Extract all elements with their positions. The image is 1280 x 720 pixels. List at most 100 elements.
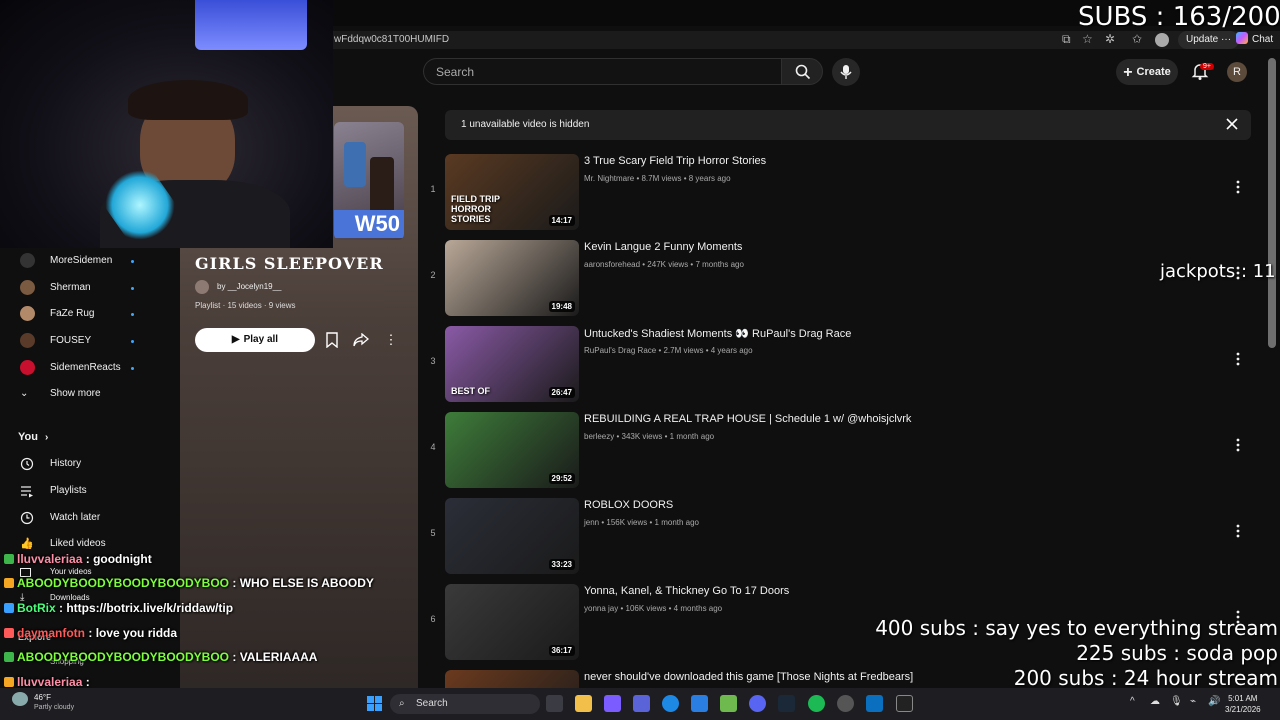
sidebar-subscription-sidemenreacts[interactable]: SidemenReacts — [0, 356, 180, 380]
video-title[interactable]: Kevin Langue 2 Funny Moments — [584, 241, 742, 253]
video-channel[interactable]: aaronsforehead — [584, 260, 640, 269]
chat-badge-icon — [4, 578, 14, 588]
sidebar-subscription-fousey[interactable]: FOUSEY — [0, 329, 180, 353]
video-title[interactable]: never should've downloaded this game [Th… — [584, 671, 913, 683]
video-channel-meta: Mr. Nightmare • 8.7M views • 8 years ago — [584, 174, 731, 183]
video-title[interactable]: 3 True Scary Field Trip Horror Stories — [584, 155, 766, 167]
video-channel[interactable]: berleezy — [584, 432, 614, 441]
weather-icon[interactable] — [12, 692, 28, 706]
more-actions-icon[interactable] — [1230, 351, 1246, 367]
more-actions-icon[interactable] — [1230, 179, 1246, 195]
playlist-title: GIRLS SLEEPOVER — [195, 254, 384, 273]
copilot-icon[interactable] — [604, 695, 621, 712]
video-channel[interactable]: yonna jay — [584, 604, 618, 613]
windows-start-icon[interactable] — [367, 696, 383, 712]
more-options-icon[interactable]: ⋮ — [380, 329, 402, 351]
sidebar-subscription-sherman[interactable]: Sherman — [0, 276, 180, 300]
sidebar-item-playlists[interactable]: Playlists — [0, 479, 180, 503]
close-icon[interactable] — [1225, 117, 1239, 131]
minecraft-icon[interactable] — [720, 695, 737, 712]
video-thumbnail[interactable]: 33:23 — [445, 498, 579, 574]
sidebar-section-you[interactable]: You › — [18, 431, 48, 443]
profile-icon[interactable] — [1155, 33, 1169, 47]
owner-avatar[interactable] — [195, 280, 209, 294]
save-playlist-button[interactable] — [321, 329, 343, 351]
steam-icon[interactable] — [778, 695, 795, 712]
search-input[interactable]: Search — [423, 58, 781, 85]
account-avatar[interactable]: R — [1227, 62, 1247, 82]
watch-later-icon — [20, 511, 34, 525]
extensions-icon[interactable]: ✲ — [1105, 32, 1115, 46]
webcam-overlay — [0, 0, 333, 248]
epic-games-icon[interactable] — [896, 695, 913, 712]
chat-badge-icon — [4, 554, 14, 564]
video-duration: 36:17 — [548, 645, 575, 656]
onedrive-icon[interactable]: ☁ — [1150, 696, 1160, 707]
sidebar-item-label: MoreSidemen — [50, 255, 113, 266]
sidebar-show-more[interactable]: ⌄ Show more — [0, 382, 180, 406]
page-scrollbar[interactable] — [1268, 58, 1276, 348]
video-title[interactable]: Untucked's Shadiest Moments 👀 RuPaul's D… — [584, 327, 851, 340]
video-thumbnail[interactable]: FIELD TRIP HORROR STORIES 14:17 — [445, 154, 579, 230]
sidebar-subscription-fazerug[interactable]: FaZe Rug — [0, 302, 180, 326]
video-title[interactable]: ROBLOX DOORS — [584, 499, 673, 511]
playlist-video-row[interactable]: 3 BEST OF 26:47 Untucked's Shadiest Moments… — [425, 326, 1255, 404]
video-thumbnail[interactable]: BEST OF 26:47 — [445, 326, 579, 402]
video-thumbnail[interactable]: 36:17 — [445, 584, 579, 660]
split-screen-icon[interactable]: ⧉ — [1062, 32, 1071, 47]
video-channel[interactable]: jenn — [584, 518, 599, 527]
sidebar-subscription-moresidemen[interactable]: MoreSidemen — [0, 249, 180, 273]
voice-search-button[interactable] — [832, 58, 860, 86]
taskbar-clock[interactable]: 5:01 AM 3/21/2026 — [1225, 693, 1261, 715]
tray-chevron-icon[interactable]: ^ — [1130, 696, 1135, 707]
favorites-icon[interactable]: ✩ — [1132, 32, 1142, 46]
obs-icon[interactable] — [837, 695, 854, 712]
playlist-thumbnail[interactable]: W50 — [334, 122, 404, 240]
video-channel[interactable]: RuPaul's Drag Race — [584, 346, 656, 355]
playlist-owner[interactable]: by __Jocelyn19__ — [217, 282, 282, 291]
video-meta: 343K views • 1 month ago — [621, 432, 715, 441]
playlist-meta: Playlist · 15 videos · 9 views — [195, 301, 296, 310]
sidebar-item-watch-later[interactable]: Watch later — [0, 506, 180, 530]
share-button[interactable] — [350, 329, 372, 351]
sidebar-item-label: FOUSEY — [50, 335, 92, 346]
volume-icon[interactable]: 🔊 — [1208, 696, 1220, 707]
weather-temp[interactable]: 46°F — [34, 693, 51, 702]
app-icon[interactable] — [866, 695, 883, 712]
video-title[interactable]: REBUILDING A REAL TRAP HOUSE | Schedule … — [584, 413, 911, 425]
favorite-star-icon[interactable]: ☆ — [1082, 32, 1093, 46]
playlist-video-row[interactable]: 5 33:23 ROBLOX DOORS jenn • 156K views • 1 … — [425, 498, 1255, 576]
taskbar-search[interactable]: ⌕ Search — [390, 694, 540, 714]
channel-avatar — [20, 333, 35, 348]
mic-tray-icon[interactable]: 🎙 — [1170, 696, 1183, 707]
video-meta: 156K views • 1 month ago — [606, 518, 700, 527]
play-all-button[interactable]: ▶ Play all — [195, 328, 315, 352]
video-thumbnail[interactable]: 19:48 — [445, 240, 579, 316]
spotify-icon[interactable] — [808, 695, 825, 712]
playlist-video-row[interactable]: 2 19:48 Kevin Langue 2 Funny Moments aarons… — [425, 240, 1255, 318]
store-icon[interactable] — [691, 695, 708, 712]
create-button[interactable]: + Create — [1116, 59, 1178, 85]
network-icon[interactable]: ⌁ — [1190, 696, 1196, 707]
edge-icon[interactable] — [662, 695, 679, 712]
discord-icon[interactable] — [749, 695, 766, 712]
create-label: Create — [1136, 66, 1171, 78]
chevron-right-icon: › — [45, 432, 49, 443]
more-actions-icon[interactable] — [1230, 523, 1246, 539]
search-button[interactable] — [781, 58, 823, 85]
new-content-dot — [131, 313, 134, 316]
update-button[interactable]: Update ··· — [1178, 31, 1240, 49]
copilot-chat-button[interactable]: Chat — [1236, 31, 1273, 49]
video-title[interactable]: Yonna, Kanel, & Thickney Go To 17 Doors — [584, 585, 789, 597]
task-view-icon[interactable] — [546, 695, 563, 712]
video-thumbnail[interactable]: 29:52 — [445, 412, 579, 488]
playlist-video-row[interactable]: 1 FIELD TRIP HORROR STORIES 14:17 3 True Sc… — [425, 154, 1255, 232]
file-explorer-icon[interactable] — [575, 695, 592, 712]
video-channel[interactable]: Mr. Nightmare — [584, 174, 634, 183]
more-actions-icon[interactable] — [1230, 437, 1246, 453]
teams-icon[interactable] — [633, 695, 650, 712]
playlist-video-row[interactable]: 4 29:52 REBUILDING A REAL TRAP HOUSE | Sch… — [425, 412, 1255, 490]
address-bar-url[interactable]: wFddqw0c81T00HUMIFD — [334, 34, 449, 45]
sidebar-item-history[interactable]: History — [0, 452, 180, 476]
thumbnail-text: FIELD TRIP HORROR STORIES — [451, 194, 500, 224]
